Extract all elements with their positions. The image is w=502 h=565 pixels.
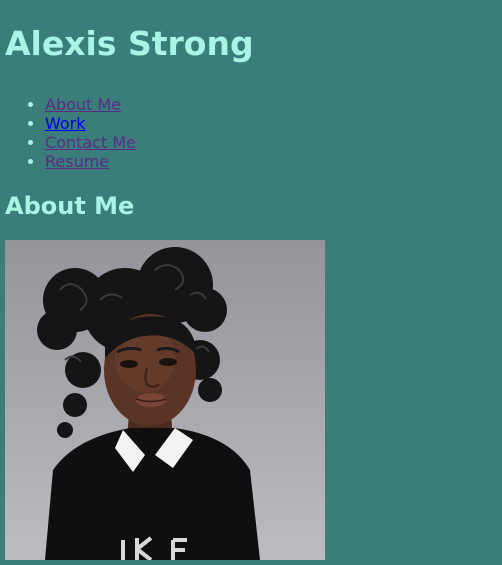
nav-link-resume[interactable]: Resume (45, 152, 109, 171)
nav-item-work: Work (45, 114, 136, 133)
nav-item-about: About Me (45, 95, 136, 114)
nav-link-work[interactable]: Work (45, 114, 86, 133)
nav-link-contact-me[interactable]: Contact Me (45, 133, 136, 152)
nav-item-resume: Resume (45, 152, 136, 171)
nav-link-about-me[interactable]: About Me (45, 95, 121, 114)
profile-portrait-image (5, 240, 325, 560)
about-me-heading: About Me (5, 192, 135, 220)
main-nav: About Me Work Contact Me Resume (0, 95, 136, 171)
nav-item-contact: Contact Me (45, 133, 136, 152)
site-title: Alexis Strong (5, 24, 254, 63)
